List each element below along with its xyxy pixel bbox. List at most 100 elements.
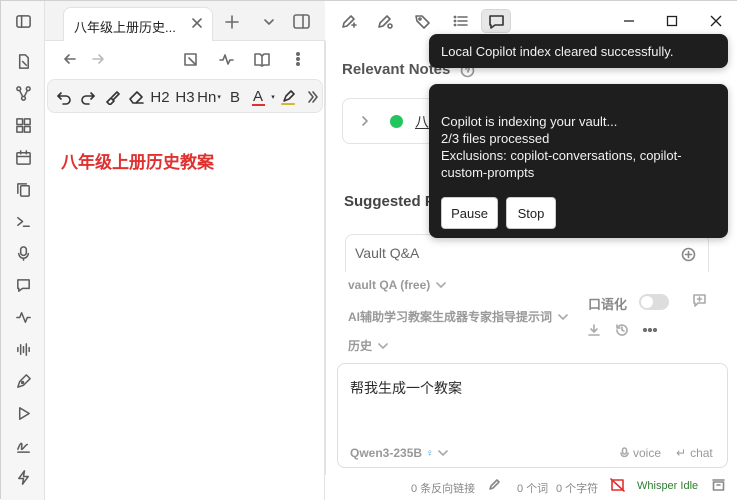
chevron-right-icon[interactable] bbox=[357, 113, 373, 129]
mode-selector[interactable]: vault QA (free) bbox=[348, 278, 447, 292]
add-circle-icon[interactable] bbox=[680, 246, 696, 262]
crop-icon[interactable] bbox=[181, 50, 199, 68]
back-arrow-icon[interactable] bbox=[61, 50, 79, 68]
notice-indexing[interactable]: Copilot is indexing your vault... 2/3 fi… bbox=[429, 84, 728, 238]
eraser-icon[interactable] bbox=[126, 85, 146, 109]
status-bar: 0 条反向链接 0 个词 0 个字符 Whisper Idle bbox=[325, 475, 737, 500]
copilot-chat-icon[interactable] bbox=[481, 9, 511, 33]
tab-bar: 八年级上册历史... bbox=[45, 1, 325, 41]
ellipsis-icon[interactable] bbox=[641, 321, 659, 339]
copy-icon[interactable] bbox=[11, 177, 35, 201]
edit-pencil-icon[interactable] bbox=[488, 478, 501, 491]
calendar-icon[interactable] bbox=[11, 145, 35, 169]
format-toolbar: H2 H3 Hn ▾ B A ▾ bbox=[47, 79, 323, 113]
open-note-icon[interactable] bbox=[11, 49, 35, 73]
prompt-selector[interactable]: AI辅助学习教案生成器专家指导提示词 bbox=[348, 308, 568, 325]
archive-icon[interactable] bbox=[712, 478, 725, 491]
indexing-progress-text: 2/3 files processed bbox=[441, 131, 550, 146]
enter-icon: ↵ bbox=[676, 446, 687, 460]
chevron-down-icon[interactable] bbox=[260, 13, 278, 31]
vault-qa-card[interactable]: Vault Q&A bbox=[345, 234, 709, 272]
suggested-prompts-title: Suggested P bbox=[344, 193, 435, 210]
heading-n-label: Hn bbox=[197, 88, 217, 106]
sidebar-toggle-icon[interactable] bbox=[11, 9, 35, 33]
chevron-down-icon bbox=[436, 281, 447, 289]
whisper-status[interactable]: Whisper Idle bbox=[637, 480, 698, 492]
microphone-icon bbox=[620, 447, 629, 459]
indexing-status-text: Copilot is indexing your vault... bbox=[441, 114, 618, 129]
forward-arrow-icon[interactable] bbox=[89, 50, 107, 68]
colloquial-label: 口语化 bbox=[588, 297, 628, 312]
font-color-swatch bbox=[251, 103, 265, 106]
tab-note[interactable]: 八年级上册历史... bbox=[63, 7, 213, 41]
sync-error-icon[interactable] bbox=[610, 478, 625, 492]
signature-icon[interactable] bbox=[11, 433, 35, 457]
new-tab-icon[interactable] bbox=[223, 13, 241, 31]
mode-selector-label: vault QA (free) bbox=[348, 278, 431, 292]
document-heading[interactable]: 八年级上册历史教案 bbox=[61, 148, 214, 173]
voice-label: voice bbox=[633, 446, 662, 460]
tags-icon[interactable] bbox=[407, 9, 437, 33]
chat-bubble-icon[interactable] bbox=[11, 273, 35, 297]
lightning-icon[interactable] bbox=[11, 465, 35, 489]
model-label: Qwen3-235B bbox=[350, 446, 423, 460]
stop-button[interactable]: Stop bbox=[506, 197, 556, 229]
chat-input-value: 帮我生成一个教案 bbox=[350, 380, 462, 396]
indexing-exclusions-text: Exclusions: copilot-conversations, copil… bbox=[441, 148, 682, 180]
maximize-icon[interactable] bbox=[657, 9, 687, 33]
vault-qa-title: Vault Q&A bbox=[355, 245, 420, 261]
history-selector-label: 历史 bbox=[348, 339, 373, 353]
colloquial-toggle[interactable] bbox=[639, 294, 669, 310]
bulb-icon: ♀ bbox=[426, 447, 434, 459]
activity-icon[interactable] bbox=[11, 305, 35, 329]
pen-tool-icon[interactable] bbox=[11, 369, 35, 393]
chevron-down-icon bbox=[558, 313, 568, 321]
audio-wave-icon[interactable] bbox=[11, 337, 35, 361]
heading-n-button[interactable]: Hn ▾ bbox=[197, 85, 221, 109]
minimize-icon[interactable] bbox=[614, 9, 644, 33]
font-color-button[interactable]: A bbox=[247, 85, 269, 109]
close-window-icon[interactable] bbox=[701, 9, 731, 33]
canvas-icon[interactable] bbox=[11, 113, 35, 137]
font-color-dropdown-icon[interactable]: ▾ bbox=[269, 85, 277, 109]
microphone-icon[interactable] bbox=[11, 241, 35, 265]
history-icon[interactable] bbox=[613, 321, 631, 339]
new-chat-icon[interactable] bbox=[333, 9, 363, 33]
more-options-icon[interactable] bbox=[289, 50, 307, 68]
format-painter-icon[interactable] bbox=[102, 85, 122, 109]
notice-index-cleared[interactable]: Local Copilot index cleared successfully… bbox=[429, 34, 728, 68]
reading-view-icon[interactable] bbox=[253, 50, 271, 68]
pause-button[interactable]: Pause bbox=[441, 197, 498, 229]
outline-list-icon[interactable] bbox=[445, 9, 475, 33]
highlighter-icon[interactable] bbox=[278, 85, 298, 109]
more-tools-icon[interactable] bbox=[306, 85, 320, 109]
chat-input[interactable]: 帮我生成一个教案 Qwen3-235B ♀ voice ↵ chat bbox=[337, 363, 728, 468]
play-icon[interactable] bbox=[11, 401, 35, 425]
undo-icon[interactable] bbox=[54, 85, 74, 109]
add-chat-icon[interactable] bbox=[690, 291, 708, 309]
font-color-label: A bbox=[252, 87, 263, 105]
download-icon[interactable] bbox=[585, 321, 603, 339]
model-selector[interactable]: Qwen3-235B ♀ bbox=[350, 446, 448, 460]
word-count: 0 个词 bbox=[517, 483, 549, 495]
status-dot bbox=[390, 115, 403, 128]
redo-icon[interactable] bbox=[78, 85, 98, 109]
terminal-icon[interactable] bbox=[11, 209, 35, 233]
relevant-note-title[interactable]: 八 bbox=[415, 112, 429, 132]
history-selector[interactable]: 历史 bbox=[348, 337, 388, 354]
heading3-button[interactable]: H3 bbox=[174, 85, 196, 109]
add-link-icon[interactable] bbox=[369, 9, 399, 33]
graph-view-icon[interactable] bbox=[11, 81, 35, 105]
heading2-button[interactable]: H2 bbox=[149, 85, 171, 109]
chevron-down-icon bbox=[437, 449, 448, 457]
send-chat-button[interactable]: ↵ chat bbox=[676, 446, 713, 460]
backlinks-count[interactable]: 0 条反向链接 bbox=[411, 480, 475, 496]
left-ribbon bbox=[1, 1, 45, 500]
notice-cleared-text: Local Copilot index cleared successfully… bbox=[441, 44, 674, 59]
right-sidebar-toggle-icon[interactable] bbox=[291, 12, 311, 30]
char-count: 0 个字符 bbox=[556, 483, 599, 495]
close-icon[interactable] bbox=[188, 14, 206, 32]
bold-button[interactable]: B bbox=[225, 85, 245, 109]
pulse-icon[interactable] bbox=[217, 50, 235, 68]
voice-button[interactable]: voice bbox=[620, 446, 661, 460]
